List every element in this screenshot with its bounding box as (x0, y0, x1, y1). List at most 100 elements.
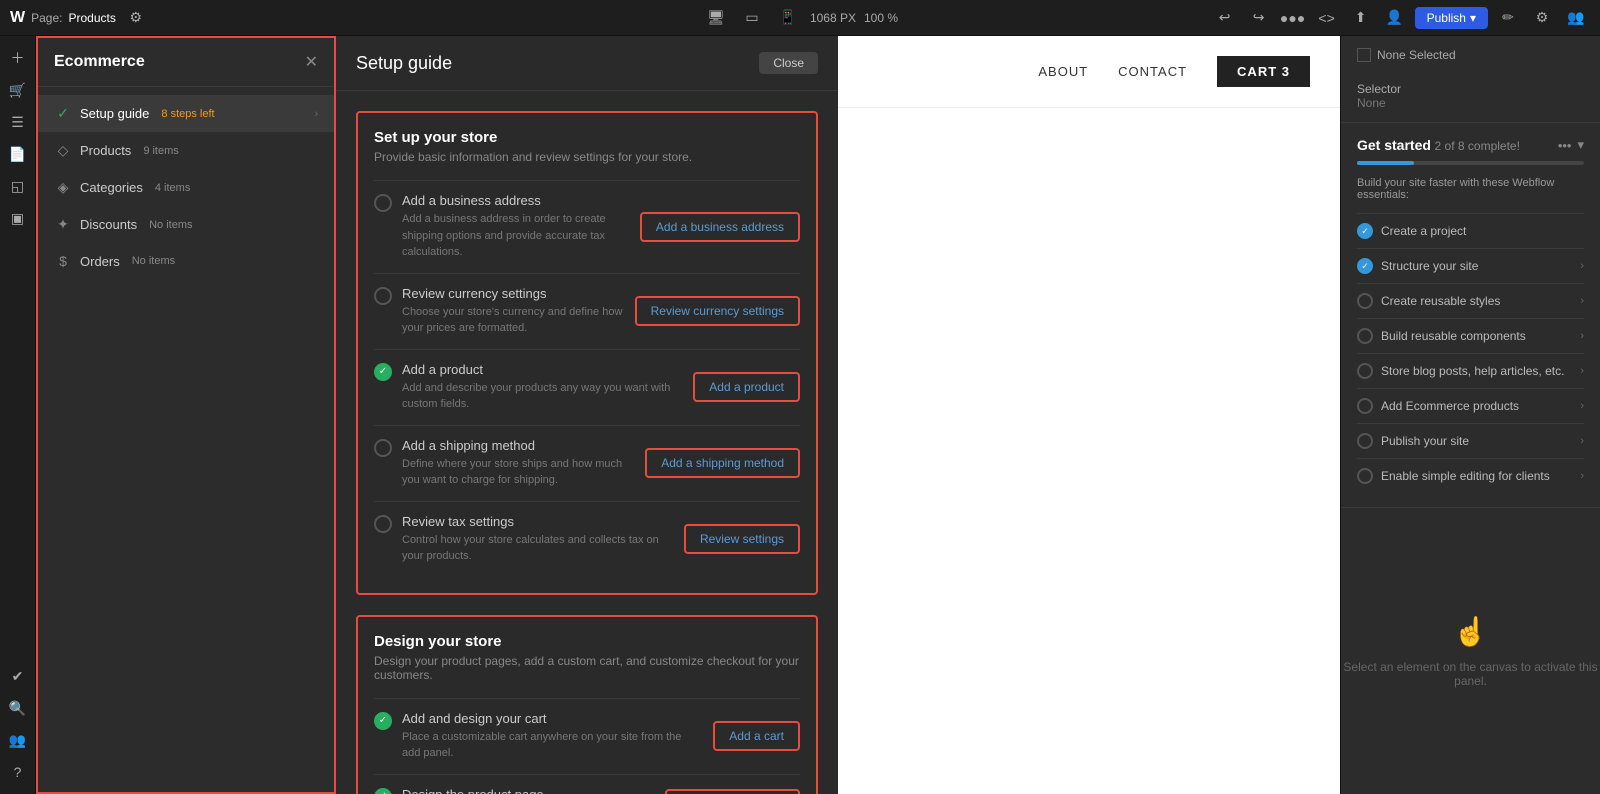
gs-item-publish-site[interactable]: Publish your site › (1357, 423, 1584, 458)
members-icon[interactable]: 👥 (4, 726, 32, 754)
gs-collapse-icon[interactable]: ▾ (1577, 137, 1584, 153)
product-page-title: Design the product page (402, 787, 653, 794)
publish-button[interactable]: Publish ▾ (1415, 7, 1488, 29)
pen-tool-icon[interactable]: ✏ (1494, 4, 1522, 32)
add-panel-icon[interactable]: ＋ (4, 44, 32, 72)
sidebar-item-setup[interactable]: ✓ Setup guide 8 steps left › (38, 95, 334, 132)
tablet-view-icon[interactable]: ▭ (738, 4, 766, 32)
gs-radio-reusable-styles (1357, 293, 1373, 309)
setup-icon: ✓ (54, 105, 72, 122)
interactions-icon[interactable]: ✔ (4, 662, 32, 690)
go-to-product-page-button[interactable]: Go to product page (665, 789, 800, 794)
gs-item-ecommerce-products[interactable]: Add Ecommerce products › (1357, 388, 1584, 423)
cms-icon[interactable]: ◱ (4, 172, 32, 200)
review-currency-button[interactable]: Review currency settings (635, 296, 800, 326)
sidebar-item-discounts[interactable]: ✦ Discounts No items (38, 206, 334, 243)
mobile-view-icon[interactable]: 📱 (774, 4, 802, 32)
gs-radio-structure-site (1357, 258, 1373, 274)
gs-radio-reusable-components (1357, 328, 1373, 344)
right-panels: None Selected Selector None Get started … (1340, 36, 1600, 794)
add-cart-button[interactable]: Add a cart (713, 721, 800, 751)
tax-radio[interactable] (374, 515, 392, 533)
products-label: Products (80, 143, 131, 158)
discounts-label: Discounts (80, 217, 137, 232)
toolbar-right: ↩ ↪ ●●● <> ⬆ 👤 Publish ▾ ✏ ⚙ 👥 (1211, 4, 1590, 32)
setup-close-button[interactable]: Close (759, 52, 818, 74)
nav-cart[interactable]: CART 3 (1217, 56, 1310, 87)
product-page-radio[interactable] (374, 788, 392, 794)
gs-item-create-project[interactable]: Create a project (1357, 213, 1584, 248)
gs-progress-bar (1357, 161, 1584, 165)
export-icon[interactable]: ⬆ (1347, 4, 1375, 32)
canvas-zoom: 100 % (864, 11, 898, 25)
categories-label: Categories (80, 180, 143, 195)
business-address-radio[interactable] (374, 194, 392, 212)
product-radio[interactable] (374, 363, 392, 381)
currency-title: Review currency settings (402, 286, 623, 301)
add-product-button[interactable]: Add a product (693, 372, 800, 402)
toolbar-center: 🖥 ▭ 📱 1068 PX 100 % (702, 4, 898, 32)
design-store-section: Design your store Design your product pa… (356, 615, 818, 794)
gs-more-icon[interactable]: ••• (1558, 138, 1572, 153)
ecommerce-title: Ecommerce (54, 53, 145, 71)
setup-item-tax: Review tax settings Control how your sto… (374, 501, 800, 577)
page-settings-icon[interactable]: ⚙ (122, 4, 150, 32)
setup-guide-content: Set up your store Provide basic informat… (336, 91, 838, 794)
nav-about[interactable]: ABOUT (1038, 64, 1088, 79)
undo-icon[interactable]: ↩ (1211, 4, 1239, 32)
desktop-view-icon[interactable]: 🖥 (702, 4, 730, 32)
gs-item-reusable-styles[interactable]: Create reusable styles › (1357, 283, 1584, 318)
code-icon[interactable]: <> (1313, 4, 1341, 32)
setup-guide-panel: Setup guide Close Set up your store Prov… (336, 36, 838, 794)
sidebar-item-categories[interactable]: ◈ Categories 4 items (38, 169, 334, 206)
add-business-address-button[interactable]: Add a business address (640, 212, 800, 242)
assets-icon[interactable]: ▣ (4, 204, 32, 232)
design-store-title: Design your store (374, 633, 800, 650)
redo-icon[interactable]: ↪ (1245, 4, 1273, 32)
pages-icon[interactable]: 📄 (4, 140, 32, 168)
add-shipping-button[interactable]: Add a shipping method (645, 448, 800, 478)
publish-chevron-icon: ▾ (1470, 11, 1476, 25)
setup-chevron-icon: › (314, 108, 318, 120)
sidebar-item-products[interactable]: ◇ Products 9 items (38, 132, 334, 169)
toolbar-left: W Page: Products ⚙ (10, 4, 1203, 32)
discounts-icon: ✦ (54, 216, 72, 233)
gs-radio-publish-site (1357, 433, 1373, 449)
nav-contact[interactable]: CONTACT (1118, 64, 1187, 79)
review-tax-button[interactable]: Review settings (684, 524, 800, 554)
main-layout: ＋ 🛒 ☰ 📄 ◱ ▣ ✔ 🔍 👥 ? Ecommerce ✕ ✓ Setup … (0, 36, 1600, 794)
cart-radio[interactable] (374, 712, 392, 730)
cart-title: Add and design your cart (402, 711, 701, 726)
settings-icon[interactable]: ⚙ (1528, 4, 1556, 32)
preview-area: ABOUT CONTACT CART 3 (838, 36, 1340, 794)
layers-icon[interactable]: ☰ (4, 108, 32, 136)
setup-guide-title: Setup guide (356, 53, 452, 74)
users-icon[interactable]: 👥 (1562, 4, 1590, 32)
cart-desc: Place a customizable cart anywhere on yo… (402, 729, 701, 762)
discounts-badge: No items (149, 219, 192, 231)
sidebar-item-orders[interactable]: $ Orders No items (38, 243, 334, 279)
shipping-radio[interactable] (374, 439, 392, 457)
cursor-icon: ☝ (1453, 615, 1488, 648)
none-selected-checkbox[interactable] (1357, 48, 1371, 62)
search-icon[interactable]: 🔍 (4, 694, 32, 722)
gs-item-blog-posts[interactable]: Store blog posts, help articles, etc. › (1357, 353, 1584, 388)
gs-radio-ecommerce-products (1357, 398, 1373, 414)
comments-icon[interactable]: ●●● (1279, 4, 1307, 32)
help-icon[interactable]: ? (4, 758, 32, 786)
gs-chevron-publish: › (1580, 435, 1584, 447)
gs-item-simple-editing[interactable]: Enable simple editing for clients › (1357, 458, 1584, 493)
gs-chevron-editing: › (1580, 470, 1584, 482)
gs-label-simple-editing: Enable simple editing for clients (1381, 469, 1550, 483)
categories-icon: ◈ (54, 179, 72, 196)
product-title: Add a product (402, 362, 681, 377)
gs-item-reusable-components[interactable]: Build reusable components › (1357, 318, 1584, 353)
share-icon[interactable]: 👤 (1381, 4, 1409, 32)
ecommerce-close-button[interactable]: ✕ (305, 52, 318, 72)
gs-radio-blog-posts (1357, 363, 1373, 379)
currency-radio[interactable] (374, 287, 392, 305)
ecommerce-panel-icon[interactable]: 🛒 (4, 76, 32, 104)
orders-badge: No items (132, 255, 175, 267)
gs-item-structure-site[interactable]: Structure your site › (1357, 248, 1584, 283)
orders-label: Orders (80, 254, 120, 269)
